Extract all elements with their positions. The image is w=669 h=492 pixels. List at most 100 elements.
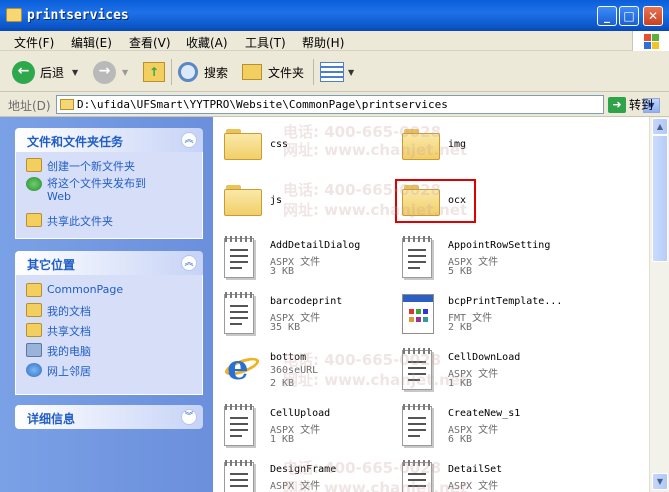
file-item[interactable]: AddDetailDialog ASPX 文件 3 KB [224,236,424,288]
menu-file[interactable]: 文件(F) [14,34,54,51]
file-item[interactable]: AppointRowSetting ASPX 文件 5 KB [402,236,602,288]
folder-icon [224,182,262,216]
aspx-file-icon [402,348,432,390]
aspx-file-icon [402,404,432,446]
place-my-computer[interactable]: 我的电脑 [26,343,91,359]
scroll-up-button[interactable]: ▲ [652,118,668,135]
window-title: printservices [27,8,129,23]
network-icon [26,363,42,377]
menu-tools[interactable]: 工具(T) [245,34,286,51]
file-item[interactable]: img [402,126,602,176]
maximize-button[interactable]: □ [619,6,639,26]
details-header[interactable]: 详细信息 ︾ [15,405,203,429]
go-arrow-icon: ➜ [608,96,626,113]
scroll-thumb[interactable] [652,135,668,262]
menu-help[interactable]: 帮助(H) [302,34,344,51]
details-title: 详细信息 [27,412,76,426]
folder-icon [26,283,42,297]
file-item[interactable]: CreateNew_s1 ASPX 文件 6 KB [402,404,602,456]
place-my-documents[interactable]: 我的文档 [26,303,91,319]
toolbar-divider [313,59,314,85]
file-tasks-header[interactable]: 文件和文件夹任务 ︽ [15,128,203,152]
toolbar: ← 后退 ▼ → ▼ ↑ 搜索 文件夹 ▼ [0,51,669,92]
search-icon [178,62,198,82]
fmt-file-icon [402,294,434,334]
back-label: 后退 [40,65,65,80]
address-bar: 地址(D) D:\ufida\UFSmart\YYTPRO\Website\Co… [0,92,669,117]
folders-label: 文件夹 [268,65,305,80]
file-item[interactable]: CellDownLoad ASPX 文件 1 KB [402,348,602,400]
share-folder-icon [26,213,42,227]
aspx-file-icon [224,404,254,446]
file-tasks-title: 文件和文件夹任务 [27,135,124,149]
aspx-file-icon [224,292,254,334]
close-button[interactable]: ✕ [643,6,663,26]
scroll-down-button[interactable]: ▼ [652,473,668,490]
file-item[interactable]: css [224,126,424,176]
folder-icon [6,8,22,22]
back-button[interactable]: ← 后退 ▼ [12,59,78,85]
menu-edit[interactable]: 编辑(E) [71,34,112,51]
search-label: 搜索 [204,65,229,80]
task-new-folder[interactable]: 创建一个新文件夹 [26,158,135,174]
file-item[interactable]: barcodeprint ASPX 文件 35 KB [224,292,424,344]
task-pane: 文件和文件夹任务 ︽ 创建一个新文件夹 将这个文件夹发布到 Web 共享此文件夹 … [0,117,213,492]
folder-icon [224,126,262,160]
task-share-folder[interactable]: 共享此文件夹 [26,213,113,229]
views-button[interactable]: ▼ [320,59,354,85]
menu-bar: 文件(F) 编辑(E) 查看(V) 收藏(A) 工具(T) 帮助(H) [0,31,669,51]
go-label: 转到 [629,98,654,112]
publish-web-icon [26,177,42,191]
folder-icon [402,126,440,160]
file-item[interactable]: DetailSet ASPX 文件 [402,460,602,492]
folders-icon [242,64,262,80]
file-item[interactable]: js [224,182,424,232]
selection-highlight [395,179,476,223]
go-button[interactable]: ➜ 转到 [608,96,653,113]
file-tasks-panel: 文件和文件夹任务 ︽ 创建一个新文件夹 将这个文件夹发布到 Web 共享此文件夹 [15,128,203,239]
up-folder-button[interactable]: ↑ [143,59,165,85]
vertical-scrollbar[interactable]: ▲ ▼ [649,117,669,492]
file-item[interactable]: CellUpload ASPX 文件 1 KB [224,404,424,456]
aspx-file-icon [402,236,432,278]
address-value: D:\ufida\UFSmart\YYTPRO\Website\CommonPa… [77,98,448,111]
views-icon [320,62,344,82]
expand-icon[interactable]: ︾ [181,409,197,425]
collapse-icon[interactable]: ︽ [181,132,197,148]
address-input[interactable]: D:\ufida\UFSmart\YYTPRO\Website\CommonPa… [56,95,660,114]
place-commonpage[interactable]: CommonPage [26,283,123,297]
chevron-down-icon: ▼ [122,67,129,77]
toolbar-divider [171,59,172,85]
folders-button[interactable]: 文件夹 [242,59,304,85]
aspx-file-icon [224,236,254,278]
aspx-file-icon [224,460,254,492]
aspx-file-icon [402,460,432,492]
task-publish-web[interactable]: 将这个文件夹发布到 Web [26,177,146,203]
details-panel: 详细信息 ︾ [15,405,203,429]
minimize-button[interactable]: _ [597,6,617,26]
forward-button[interactable]: → ▼ [93,59,128,85]
file-item[interactable]: bcpPrintTemplate... FMT 文件 2 KB [402,294,602,344]
up-folder-icon: ↑ [143,62,165,82]
address-label: 地址(D) [8,99,51,113]
shared-documents-icon [26,323,42,337]
other-places-header[interactable]: 其它位置 ︽ [15,251,203,275]
internet-explorer-icon: e [222,350,262,386]
file-item[interactable]: e bottom 360seURL 2 KB [222,350,424,400]
my-computer-icon [26,343,42,357]
other-places-panel: 其它位置 ︽ CommonPage 我的文档 共享文档 我的电脑 网上邻居 [15,251,203,395]
other-places-title: 其它位置 [27,258,76,272]
menu-favorites[interactable]: 收藏(A) [186,34,228,51]
new-folder-icon [26,158,42,172]
search-button[interactable]: 搜索 [178,59,228,85]
menu-view[interactable]: 查看(V) [129,34,171,51]
my-documents-icon [26,303,42,317]
file-view: css img js ocx AddDetailDialog ASPX 文件 3… [213,117,649,492]
folder-icon [60,99,74,110]
file-item[interactable]: DesignFrame ASPX 文件 [224,460,424,492]
place-shared-documents[interactable]: 共享文档 [26,323,91,339]
chevron-down-icon: ▼ [72,67,79,77]
place-network[interactable]: 网上邻居 [26,363,91,379]
title-bar: printservices _ □ ✕ [0,0,669,31]
collapse-icon[interactable]: ︽ [181,255,197,271]
